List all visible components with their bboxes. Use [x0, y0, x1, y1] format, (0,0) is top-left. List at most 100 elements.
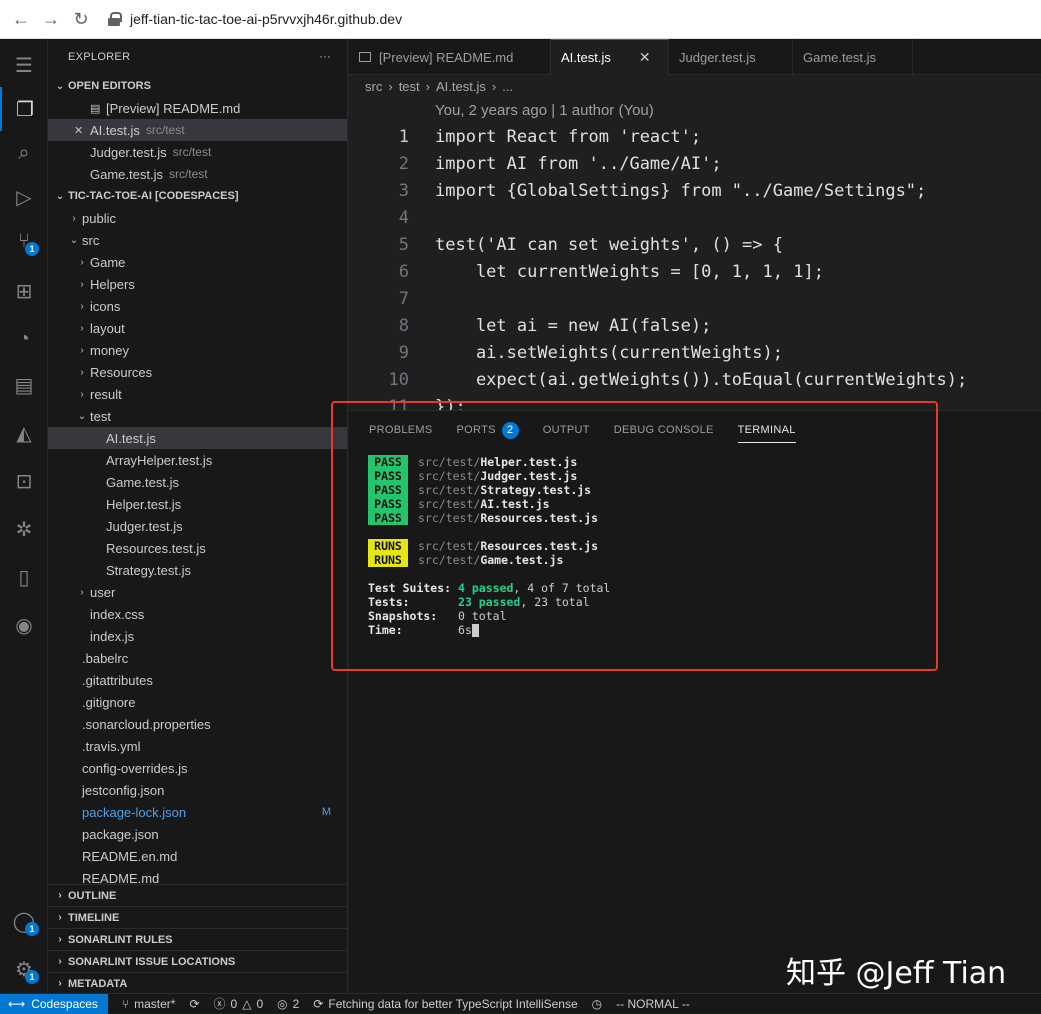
- docker-icon[interactable]: ▤: [0, 363, 48, 407]
- tree-item[interactable]: config-overrides.js: [48, 757, 347, 779]
- tree-item-label: Game: [90, 254, 126, 270]
- line-number: 2: [398, 153, 409, 174]
- tree-item[interactable]: AI.test.js: [48, 427, 347, 449]
- chevron-right-icon: ›: [58, 956, 62, 967]
- tree-item[interactable]: index.css: [48, 603, 347, 625]
- tree-item[interactable]: › user: [48, 581, 347, 603]
- run-debug-icon[interactable]: ▷: [0, 175, 48, 219]
- editor-tab[interactable]: AI.test.js ✕: [551, 39, 669, 75]
- remote-indicator[interactable]: ⟷ Codespaces: [0, 993, 108, 1014]
- collapsed-section-header[interactable]: › METADATA: [48, 972, 348, 994]
- menu-icon[interactable]: ☰: [0, 43, 48, 87]
- tree-item-label: Judger.test.js: [106, 518, 183, 534]
- extensions-icon[interactable]: ⊞: [0, 269, 48, 313]
- more-actions-icon[interactable]: ···: [319, 51, 331, 63]
- open-editor-item[interactable]: Judger.test.js src/test: [48, 141, 347, 163]
- forward-icon[interactable]: →: [36, 4, 66, 34]
- tree-item[interactable]: .travis.yml: [48, 735, 347, 757]
- section-title: SONARLINT ISSUE LOCATIONS: [68, 955, 236, 968]
- line-number: 5: [398, 234, 409, 255]
- tree-item[interactable]: jestconfig.json: [48, 779, 347, 801]
- collapsed-section-header[interactable]: › SONARLINT ISSUE LOCATIONS: [48, 950, 348, 972]
- tree-item[interactable]: ⌄ src: [48, 229, 347, 251]
- tree-item[interactable]: .sonarcloud.properties: [48, 713, 347, 735]
- tree-item[interactable]: Judger.test.js: [48, 515, 347, 537]
- remote-explorer-icon[interactable]: ⊡: [0, 459, 48, 503]
- breadcrumb-item[interactable]: test: [399, 79, 420, 94]
- accounts-icon[interactable]: ◯ 1: [0, 899, 48, 943]
- tree-item[interactable]: Strategy.test.js: [48, 559, 347, 581]
- git-graph-icon[interactable]: ◔: [0, 317, 48, 361]
- problems-status[interactable]: ⓧ 0 △ 0: [214, 995, 264, 1012]
- history-icon[interactable]: ◷: [592, 997, 602, 1011]
- code-editor[interactable]: 1 import React from 'react'; 2 import AI fr…: [349, 123, 1041, 420]
- breadcrumb-item[interactable]: AI.test.js: [436, 79, 486, 94]
- tree-item[interactable]: .babelrc: [48, 647, 347, 669]
- breadcrumb: src › test › AI.test.js ›...: [349, 75, 1041, 97]
- open-editor-item[interactable]: Game.test.js src/test: [48, 163, 347, 185]
- ts-status[interactable]: ⟳ Fetching data for better TypeScript In…: [313, 997, 577, 1011]
- back-icon[interactable]: ←: [6, 4, 36, 34]
- breadcrumb-item[interactable]: ...: [502, 79, 513, 94]
- tree-item[interactable]: › money: [48, 339, 347, 361]
- close-icon[interactable]: ✕: [74, 124, 90, 137]
- breadcrumb-item[interactable]: src: [365, 79, 382, 94]
- editor-tabs: [Preview] README.md AI.test.js ✕ Judger.tes…: [349, 39, 1041, 75]
- azure-icon[interactable]: ◭: [0, 411, 48, 455]
- branch-status[interactable]: ⑂ master*: [122, 997, 176, 1011]
- tree-item[interactable]: › Game: [48, 251, 347, 273]
- close-icon[interactable]: ✕: [639, 49, 651, 66]
- tree-item[interactable]: .gitattributes: [48, 669, 347, 691]
- open-editors-header[interactable]: ⌄ OPEN EDITORS: [48, 75, 347, 97]
- editor-tab[interactable]: Game.test.js: [793, 39, 913, 75]
- github-icon[interactable]: ◉: [0, 603, 48, 647]
- tree-item[interactable]: ⌄ test: [48, 405, 347, 427]
- tree-item[interactable]: .gitignore: [48, 691, 347, 713]
- git-blame-codelens[interactable]: You, 2 years ago | 1 author (You): [349, 97, 1041, 123]
- open-editor-item[interactable]: ▤ [Preview] README.md: [48, 97, 347, 119]
- open-editor-item[interactable]: ✕ AI.test.js src/test: [48, 119, 347, 141]
- tree-item[interactable]: › result: [48, 383, 347, 405]
- chevron-right-icon: ›: [58, 978, 62, 989]
- editor-tab[interactable]: Judger.test.js: [669, 39, 793, 75]
- tree-item-label: ArrayHelper.test.js: [106, 452, 213, 468]
- tree-item[interactable]: Resources.test.js: [48, 537, 347, 559]
- section-title: SONARLINT RULES: [68, 933, 173, 946]
- activity-bar: ☰ ❐ ⌕ ▷ ⑂ 1 ⊞ ◔ ▤ ◭ ⊡ ✲ ▯ ◉ ◯ 1 ⚙ 1: [0, 39, 48, 993]
- address-bar[interactable]: jeff-tian-tic-tac-toe-ai-p5rvvxjh46r.git…: [108, 11, 402, 27]
- tree-item[interactable]: › layout: [48, 317, 347, 339]
- tree-item[interactable]: › Resources: [48, 361, 347, 383]
- kubernetes-icon[interactable]: ✲: [0, 507, 48, 551]
- chevron-down-icon: ⌄: [77, 410, 87, 422]
- device-icon[interactable]: ▯: [0, 555, 48, 599]
- tree-item-label: .travis.yml: [82, 738, 141, 754]
- explorer-icon[interactable]: ❐: [0, 87, 48, 131]
- source-control-icon[interactable]: ⑂ 1: [0, 219, 48, 263]
- collapsed-section-header[interactable]: › TIMELINE: [48, 906, 348, 928]
- tree-item[interactable]: package-lock.json M: [48, 801, 347, 823]
- code-line: 8 let ai = new AI(false);: [349, 312, 1041, 339]
- tree-item[interactable]: › public: [48, 207, 347, 229]
- tree-item[interactable]: Game.test.js: [48, 471, 347, 493]
- search-icon[interactable]: ⌕: [0, 131, 48, 175]
- sync-icon[interactable]: ⟳: [189, 997, 199, 1011]
- editor-tab[interactable]: [Preview] README.md: [349, 39, 551, 75]
- chevron-right-icon: ›: [80, 322, 84, 334]
- collapsed-section-header[interactable]: › SONARLINT RULES: [48, 928, 348, 950]
- line-number: 4: [398, 207, 409, 228]
- tree-item[interactable]: › Helpers: [48, 273, 347, 295]
- tree-item[interactable]: ArrayHelper.test.js: [48, 449, 347, 471]
- tree-item[interactable]: Helper.test.js: [48, 493, 347, 515]
- tree-item[interactable]: index.js: [48, 625, 347, 647]
- reload-icon[interactable]: ↻: [66, 4, 96, 34]
- manage-gear-icon[interactable]: ⚙ 1: [0, 947, 48, 991]
- tree-item[interactable]: README.en.md: [48, 845, 347, 867]
- scm-badge: 1: [25, 242, 39, 256]
- tree-item[interactable]: › icons: [48, 295, 347, 317]
- collapsed-section-header[interactable]: › OUTLINE: [48, 884, 348, 906]
- workspace-header[interactable]: ⌄ TIC-TAC-TOE-AI [CODESPACES]: [48, 185, 347, 207]
- tree-item[interactable]: package.json: [48, 823, 347, 845]
- section-title: OUTLINE: [68, 889, 117, 902]
- chevron-right-icon: ›: [80, 344, 84, 356]
- ports-status[interactable]: ◎ 2: [277, 997, 299, 1011]
